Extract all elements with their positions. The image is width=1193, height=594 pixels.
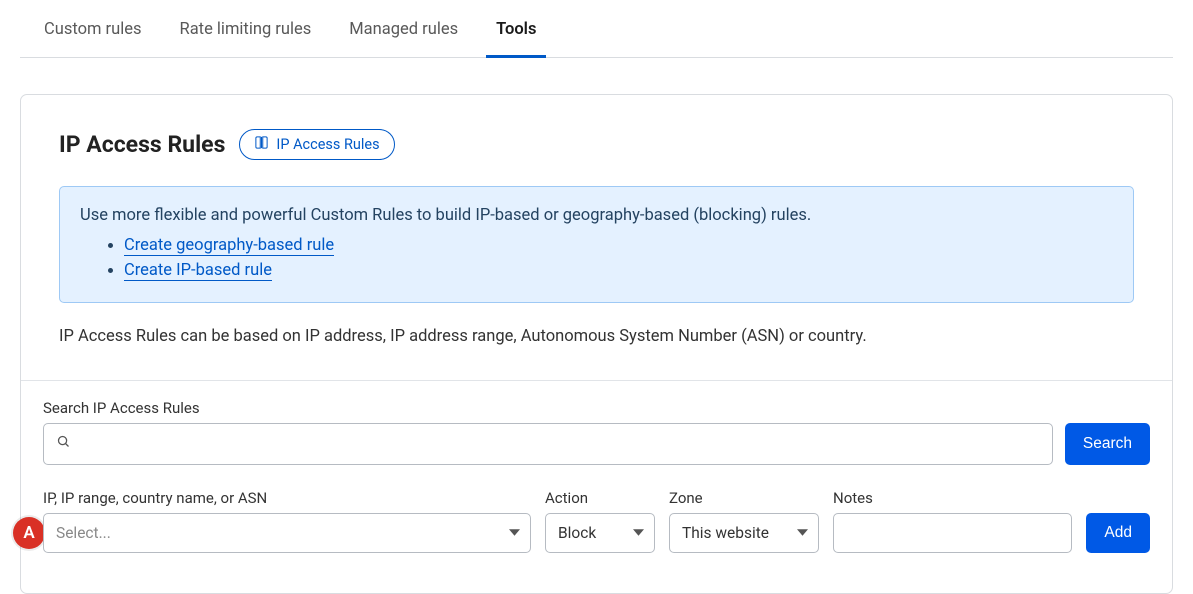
ip-select-placeholder: Select... xyxy=(56,524,111,542)
add-button[interactable]: Add xyxy=(1086,513,1150,553)
action-field-label: Action xyxy=(545,489,655,507)
info-banner: Use more flexible and powerful Custom Ru… xyxy=(59,186,1134,303)
annotation-marker-a: A xyxy=(13,517,45,549)
page-title: IP Access Rules xyxy=(59,131,225,158)
zone-select-value: This website xyxy=(682,524,769,542)
tab-nav: Custom rules Rate limiting rules Managed… xyxy=(20,0,1173,58)
tab-managed-rules[interactable]: Managed rules xyxy=(349,20,458,57)
chevron-down-icon xyxy=(633,524,644,542)
section-description: IP Access Rules can be based on IP addre… xyxy=(59,327,1134,380)
search-icon xyxy=(56,434,71,453)
book-icon xyxy=(254,135,269,154)
banner-text: Use more flexible and powerful Custom Ru… xyxy=(80,203,1113,229)
chevron-down-icon xyxy=(509,524,520,542)
notes-field-label: Notes xyxy=(833,489,1072,507)
search-input-wrapper[interactable] xyxy=(43,423,1053,465)
zone-select[interactable]: This website xyxy=(669,513,819,553)
search-button[interactable]: Search xyxy=(1065,423,1150,465)
link-create-ip-rule[interactable]: Create IP-based rule xyxy=(124,261,272,281)
notes-input[interactable] xyxy=(846,524,1059,542)
search-label: Search IP Access Rules xyxy=(43,399,1150,417)
tab-rate-limiting[interactable]: Rate limiting rules xyxy=(180,20,312,57)
action-select[interactable]: Block xyxy=(545,513,655,553)
tab-custom-rules[interactable]: Custom rules xyxy=(44,20,142,57)
doc-link-ip-access-rules[interactable]: IP Access Rules xyxy=(239,129,394,160)
ip-field-label: IP, IP range, country name, or ASN xyxy=(43,489,531,507)
chevron-down-icon xyxy=(797,524,808,542)
ip-select[interactable]: Select... xyxy=(43,513,531,553)
notes-input-wrapper[interactable] xyxy=(833,513,1072,553)
tab-tools[interactable]: Tools xyxy=(496,20,536,57)
ip-access-rules-card: IP Access Rules IP Access Rules Use more… xyxy=(20,94,1173,594)
search-input[interactable] xyxy=(79,435,1040,452)
doc-link-label: IP Access Rules xyxy=(276,136,379,153)
zone-field-label: Zone xyxy=(669,489,819,507)
action-select-value: Block xyxy=(558,524,596,542)
link-create-geo-rule[interactable]: Create geography-based rule xyxy=(124,236,334,256)
